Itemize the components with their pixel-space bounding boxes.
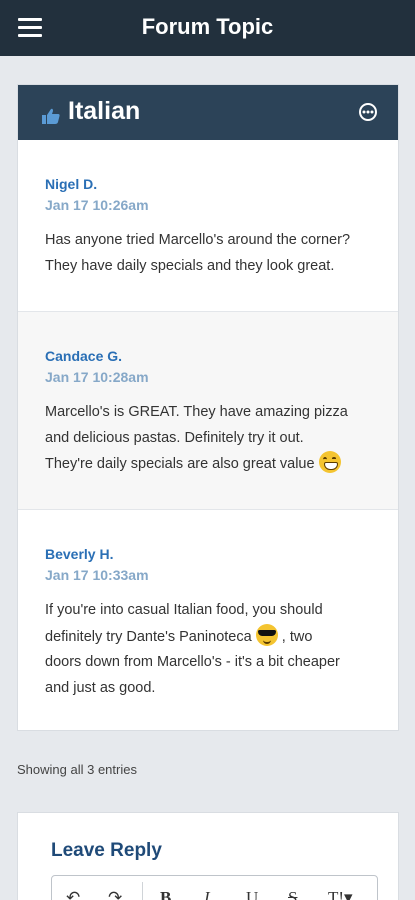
text-size-dropdown[interactable]: T!▾ [328, 888, 353, 900]
topic-header: Italian [18, 85, 398, 140]
bold-button[interactable]: B [160, 888, 171, 900]
post-line: Marcello's is GREAT. They have amazing p… [45, 404, 348, 420]
post-body: Marcello's is GREAT. They have amazing p… [45, 400, 380, 478]
post-body: Has anyone tried Marcello's around the c… [45, 228, 380, 279]
post-time: Jan 17 10:28am [45, 369, 149, 385]
toolbar-divider [142, 882, 143, 900]
entries-count: Showing all 3 entries [17, 762, 137, 777]
post-time: Jan 17 10:33am [45, 567, 149, 583]
post-line: doors down from Marcello's - it's a bit … [45, 654, 340, 671]
post-line: If you're into casual Italian food, you … [45, 602, 323, 618]
italic-button[interactable]: I [204, 888, 210, 900]
options-icon[interactable] [358, 102, 378, 122]
grinning-face-icon [318, 451, 341, 474]
reply-card: Leave Reply ↶ ↷ B I U S T!▾ [17, 812, 399, 900]
post-author[interactable]: Candace G. [45, 348, 122, 364]
post-time: Jan 17 10:26am [45, 197, 149, 213]
post-line: Has anyone tried Marcello's around the c… [45, 232, 351, 248]
post-body: If you're into casual Italian food, you … [45, 598, 380, 702]
post-item: Nigel D. Jan 17 10:26am Has anyone tried… [18, 140, 398, 312]
editor-toolbar: ↶ ↷ B I U S T!▾ [51, 875, 378, 900]
post-line: definitely try Dante's Paninoteca , two [45, 623, 380, 651]
thumbs-up-icon[interactable] [42, 108, 60, 124]
underline-button[interactable]: U [246, 888, 258, 900]
post-author[interactable]: Beverly H. [45, 546, 113, 562]
post-line: and delicious pastas. Definitely try it … [45, 429, 304, 446]
sunglasses-face-icon [255, 623, 278, 646]
post-line: and just as good. [45, 680, 156, 697]
topic-title: Italian [68, 97, 141, 125]
post-line: They're daily specials are also great va… [45, 451, 380, 478]
post-item: Candace G. Jan 17 10:28am Marcello's is … [18, 312, 398, 510]
redo-icon[interactable]: ↷ [108, 888, 122, 900]
strikethrough-button[interactable]: S [288, 888, 297, 900]
undo-icon[interactable]: ↶ [66, 888, 80, 900]
top-app-bar: Forum Topic [0, 0, 415, 56]
post-author[interactable]: Nigel D. [45, 176, 97, 192]
app-title: Forum Topic [141, 14, 274, 39]
topic-card: Italian Nigel D. Jan 17 10:26am Has anyo… [17, 84, 399, 731]
post-line: They have daily specials and they look g… [45, 257, 335, 274]
reply-title: Leave Reply [51, 840, 162, 861]
post-item: Beverly H. Jan 17 10:33am If you're into… [18, 510, 398, 731]
